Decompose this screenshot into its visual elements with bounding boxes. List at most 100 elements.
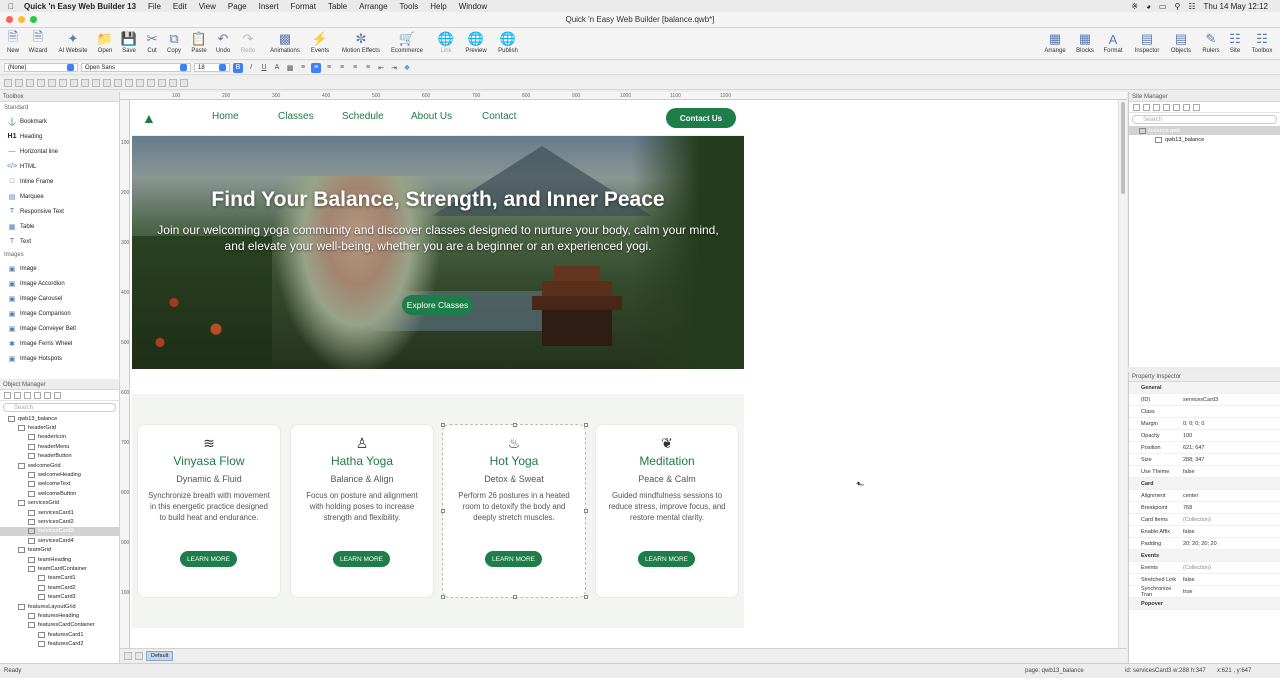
toolbox-item-html[interactable]: </> HTML xyxy=(0,159,119,174)
align-right-edges-button[interactable] xyxy=(26,78,34,87)
tree-row[interactable]: teamCard1 xyxy=(0,574,119,583)
prop-alignment[interactable]: Alignment center xyxy=(1129,490,1280,502)
contact-us-button[interactable]: Contact Us xyxy=(666,108,736,128)
toolbox-item-bookmark[interactable]: ⚓ Bookmark xyxy=(0,114,119,129)
resize-handle[interactable] xyxy=(584,423,588,427)
learn-more-button[interactable]: LEARN MORE xyxy=(180,551,237,567)
tree-row[interactable]: teamCard3 xyxy=(0,592,119,601)
resize-handle[interactable] xyxy=(441,509,445,513)
prop-section-popover[interactable]: Popover xyxy=(1129,598,1280,610)
new-folder-icon[interactable] xyxy=(1143,104,1150,111)
resize-handle[interactable] xyxy=(441,595,445,599)
copy-icon[interactable] xyxy=(14,392,21,399)
services-card-3[interactable]: ♨ Hot Yoga Detox & Sweat Perform 26 post… xyxy=(441,423,588,599)
format-button[interactable]: A Format xyxy=(1097,30,1129,55)
new-page-icon[interactable] xyxy=(1133,104,1140,111)
menu-tools[interactable]: Tools xyxy=(400,2,419,11)
minimize-window-button[interactable] xyxy=(18,16,25,23)
tree-row[interactable]: featuresCard2 xyxy=(0,639,119,648)
tree-row[interactable]: servicesCard2 xyxy=(0,517,119,526)
tree-row[interactable]: teamCard2 xyxy=(0,583,119,592)
menu-view[interactable]: View xyxy=(199,2,216,11)
canvas-scrollbar[interactable] xyxy=(1118,100,1127,648)
menu-window[interactable]: Window xyxy=(459,2,487,11)
tree-row[interactable]: welcomeText xyxy=(0,480,119,489)
desktop-view-icon[interactable] xyxy=(124,651,132,660)
tree-row[interactable]: servicesCard1 xyxy=(0,508,119,517)
learn-more-button[interactable]: LEARN MORE xyxy=(485,551,542,567)
tree-row[interactable]: welcomeButton xyxy=(0,489,119,498)
send-back-button[interactable] xyxy=(180,78,188,87)
search-icon[interactable]: ⚲ xyxy=(1174,2,1180,11)
nav-home[interactable]: Home xyxy=(212,111,239,122)
toolbox-item-heading[interactable]: H1 Heading xyxy=(0,129,119,144)
toolbox-item-image-carousel[interactable]: ▣ Image Carousel xyxy=(0,291,119,306)
toolbox-item-image-hotspots[interactable]: ▣ Image Hotspots xyxy=(0,351,119,366)
prop-card-items[interactable]: Card Items (Collection) xyxy=(1129,514,1280,526)
preview-button[interactable]: 🌐 Preview xyxy=(460,30,492,54)
tree-row[interactable]: headerGrid xyxy=(0,423,119,432)
inspector-button[interactable]: ▤ Inspector xyxy=(1131,30,1163,54)
tree-row[interactable]: headerButton xyxy=(0,452,119,461)
tree-row[interactable]: teamGrid xyxy=(0,545,119,554)
nav-classes[interactable]: Classes xyxy=(278,111,314,122)
menu-arrange[interactable]: Arrange xyxy=(359,2,387,11)
apple-icon[interactable]:  xyxy=(8,2,18,11)
prop-position[interactable]: Position 621; 647 xyxy=(1129,442,1280,454)
align-left-button[interactable]: ≡ xyxy=(298,63,308,73)
site-root-row[interactable]: balance.qwb xyxy=(1129,126,1280,136)
bold-button[interactable]: B xyxy=(233,62,243,73)
space-down-button[interactable] xyxy=(114,78,122,87)
yoga-logo-icon[interactable]: ▲ xyxy=(142,110,158,126)
italic-button[interactable]: I xyxy=(246,63,256,73)
group-button[interactable] xyxy=(147,78,155,87)
menu-insert[interactable]: Insert xyxy=(259,2,279,11)
resize-handle[interactable] xyxy=(513,423,517,427)
align-bottom-button[interactable] xyxy=(59,78,67,87)
hero-section[interactable]: Find Your Balance, Strength, and Inner P… xyxy=(132,136,744,369)
events-button[interactable]: ⚡ Events xyxy=(304,30,336,54)
delete-icon[interactable] xyxy=(1173,104,1180,111)
menu-file[interactable]: File xyxy=(148,2,161,11)
prop-stretched-link[interactable]: Stretched Link false xyxy=(1129,574,1280,586)
explore-classes-button[interactable]: Explore Classes xyxy=(402,295,473,315)
tree-row[interactable]: featuresCardContainer xyxy=(0,621,119,630)
toolbox-item-image-comparison[interactable]: ▣ Image Comparison xyxy=(0,306,119,321)
move-down-icon[interactable] xyxy=(1193,104,1200,111)
delete-icon[interactable] xyxy=(4,392,11,399)
prop-synchronize[interactable]: Synchronize Tran true xyxy=(1129,586,1280,598)
align-center-button[interactable]: ≡ xyxy=(311,62,321,73)
prop-section-events[interactable]: Events xyxy=(1129,550,1280,562)
toolbox-item-table[interactable]: ▦ Table xyxy=(0,219,119,234)
scrollbar-thumb[interactable] xyxy=(1121,102,1125,194)
tree-row[interactable]: welcomeHeading xyxy=(0,470,119,479)
ungroup-button[interactable] xyxy=(158,78,166,87)
motion-effects-button[interactable]: ✼ Motion Effects xyxy=(340,30,382,54)
link-text-button[interactable]: ❖ xyxy=(402,63,412,73)
menu-page[interactable]: Page xyxy=(228,2,247,11)
align-middle-button[interactable] xyxy=(48,78,56,87)
resize-handle[interactable] xyxy=(584,595,588,599)
bluetooth-icon[interactable]: ※ xyxy=(1131,2,1138,11)
object-search-input[interactable]: Search xyxy=(3,403,116,412)
group-icon[interactable] xyxy=(34,392,41,399)
toolbox-item-text[interactable]: T Text xyxy=(0,234,119,249)
prop-size[interactable]: Size 288; 347 xyxy=(1129,454,1280,466)
move-up-icon[interactable] xyxy=(1183,104,1190,111)
tree-row[interactable]: teamCardContainer xyxy=(0,564,119,573)
bring-front-button[interactable] xyxy=(169,78,177,87)
menu-format[interactable]: Format xyxy=(291,2,316,11)
learn-more-button[interactable]: LEARN MORE xyxy=(333,551,390,567)
resize-handle[interactable] xyxy=(584,509,588,513)
align-top-button[interactable] xyxy=(37,78,45,87)
properties-icon[interactable] xyxy=(1163,104,1170,111)
prop-class[interactable]: Class xyxy=(1129,406,1280,418)
arrange-button[interactable]: ▦ Arrange xyxy=(1039,30,1071,54)
services-card-4[interactable]: ❦ Meditation Peace & Calm Guided mindful… xyxy=(595,424,739,598)
toolbox-item-marquee[interactable]: ▤ Marquee xyxy=(0,189,119,204)
same-size-button[interactable] xyxy=(92,78,100,87)
tree-row[interactable]: servicesGrid xyxy=(0,499,119,508)
paste-icon[interactable] xyxy=(24,392,31,399)
wifi-icon[interactable]: ◕ xyxy=(1146,2,1151,11)
prop-use-theme[interactable]: Use Theme false xyxy=(1129,466,1280,478)
